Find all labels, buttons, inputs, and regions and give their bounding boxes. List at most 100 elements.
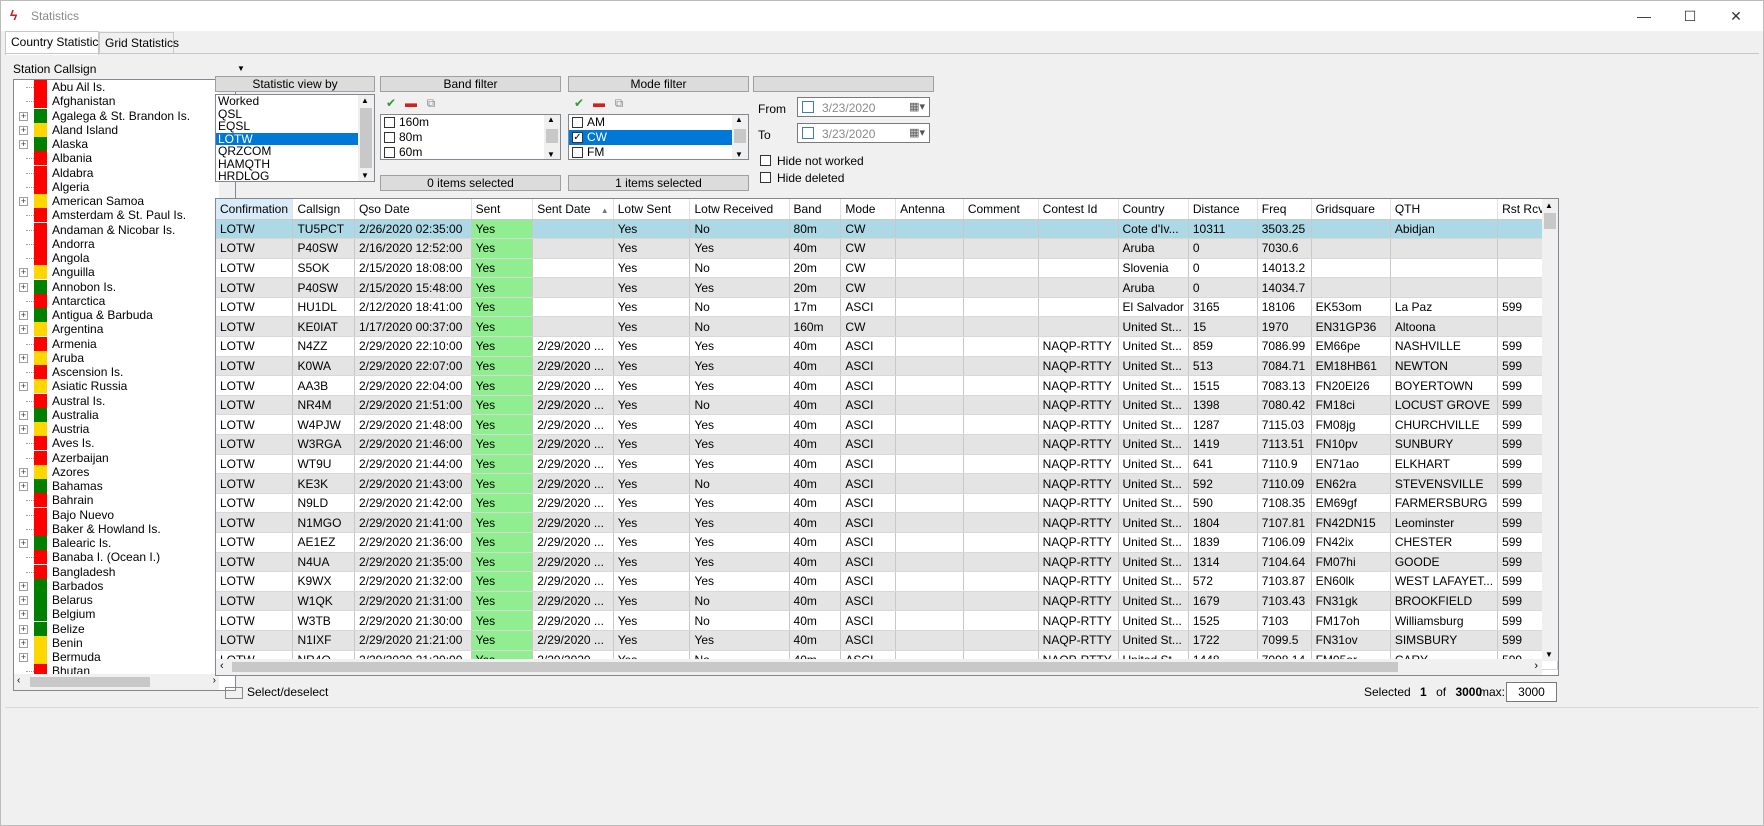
table-cell[interactable]: 7084.71 [1257, 356, 1312, 377]
table-cell[interactable]: W3RGA [292, 434, 355, 455]
table-row[interactable]: LOTW W4PJW 2/29/2020 21:48:00 Yes 2/29/2020 … [216, 414, 1558, 436]
country-item[interactable]: Bangladesh [14, 564, 235, 579]
table-cell[interactable]: No [689, 473, 790, 494]
table-cell[interactable]: Cote d'Iv... [1118, 219, 1189, 240]
table-cell[interactable] [895, 434, 964, 455]
scroll-down-icon[interactable]: ▼ [735, 150, 743, 159]
table-cell[interactable]: 7099.5 [1257, 630, 1312, 651]
statistic-view-option[interactable]: HRDLOG [216, 170, 358, 181]
table-cell[interactable] [963, 630, 1039, 651]
expand-icon[interactable]: + [19, 581, 28, 591]
table-cell[interactable]: NASHVILLE [1390, 336, 1499, 357]
table-cell[interactable]: No [689, 610, 790, 631]
table-cell[interactable]: NAQP-RTTY [1038, 493, 1119, 514]
table-cell[interactable]: 2/29/2020 ... [532, 375, 614, 396]
table-cell[interactable]: 2/16/2020 12:52:00 [354, 238, 472, 259]
country-item[interactable]: + Belgium [14, 607, 235, 622]
table-row[interactable]: LOTW N1MGO 2/29/2020 21:41:00 Yes 2/29/2020 … [216, 512, 1558, 533]
column-header[interactable]: Sent [471, 199, 534, 220]
table-cell[interactable]: Altoona [1390, 316, 1499, 338]
table-cell[interactable]: United St... [1118, 395, 1189, 416]
statistic-view-scrollbar[interactable]: ▲ ▼ [358, 95, 374, 181]
column-header[interactable]: Mode [840, 199, 897, 220]
table-row[interactable]: LOTW P40SW 2/16/2020 12:52:00 Yes Yes Yes 40m C… [216, 238, 1558, 259]
table-cell[interactable]: 7103.87 [1257, 571, 1312, 592]
table-cell[interactable]: NAQP-RTTY [1038, 532, 1119, 553]
scroll-thumb[interactable] [30, 677, 150, 687]
check-all-icon[interactable]: ✔ [571, 97, 587, 109]
table-cell[interactable]: EN62ra [1311, 473, 1391, 494]
column-header[interactable]: Distance [1188, 199, 1258, 220]
table-cell[interactable]: 2/29/2020 ... [532, 454, 614, 475]
table-cell[interactable]: FN31gk [1311, 591, 1391, 612]
table-cell[interactable]: CW [840, 316, 897, 338]
country-item[interactable]: + Argentina [14, 322, 235, 337]
scroll-left-icon[interactable]: ‹ [220, 660, 224, 672]
table-cell[interactable]: United St... [1118, 316, 1189, 338]
table-row[interactable]: LOTW KE3K 2/29/2020 21:43:00 Yes 2/29/2020 .… [216, 473, 1558, 494]
table-cell[interactable] [963, 375, 1039, 396]
country-item[interactable]: + Anguilla [14, 265, 235, 280]
table-cell[interactable]: FN10pv [1311, 434, 1391, 455]
country-horizontal-scrollbar[interactable]: ‹ › [14, 674, 219, 690]
table-cell[interactable]: Yes [471, 297, 534, 318]
country-item[interactable]: Andaman & Nicobar Is. [14, 222, 235, 237]
table-cell[interactable]: Yes [471, 552, 534, 573]
table-cell[interactable] [963, 512, 1039, 533]
scroll-down-icon[interactable]: ▼ [1545, 650, 1553, 659]
table-cell[interactable]: Yes [471, 454, 534, 475]
table-cell[interactable]: United St... [1118, 532, 1189, 553]
table-cell[interactable] [963, 473, 1039, 494]
country-item[interactable]: Antarctica [14, 293, 235, 308]
table-cell[interactable]: 40m [789, 375, 842, 396]
table-cell[interactable]: 40m [789, 336, 842, 357]
scroll-right-icon[interactable]: › [1534, 660, 1538, 672]
table-cell[interactable]: Leominster [1390, 512, 1499, 533]
table-row[interactable]: LOTW W3TB 2/29/2020 21:30:00 Yes 2/29/2020 .… [216, 610, 1558, 631]
table-cell[interactable]: ASCI [840, 473, 897, 494]
table-cell[interactable]: 7083.13 [1257, 375, 1312, 396]
table-cell[interactable]: NAQP-RTTY [1038, 630, 1119, 651]
table-cell[interactable]: No [689, 258, 790, 279]
table-row[interactable]: LOTW KE0IAT 1/17/2020 00:37:00 Yes Yes No 160m… [216, 316, 1558, 338]
expand-icon[interactable]: + [19, 353, 28, 363]
table-cell[interactable] [895, 258, 964, 279]
table-cell[interactable] [895, 532, 964, 553]
table-cell[interactable]: Yes [471, 356, 534, 377]
table-cell[interactable]: United St... [1118, 473, 1189, 494]
table-cell[interactable]: LOTW [216, 434, 294, 455]
table-cell[interactable]: FM07hi [1311, 552, 1391, 573]
table-cell[interactable]: EM69gf [1311, 493, 1391, 514]
table-cell[interactable]: 20m [789, 258, 842, 279]
expand-icon[interactable]: + [19, 125, 28, 135]
table-cell[interactable]: CHESTER [1390, 532, 1499, 553]
table-cell[interactable]: Yes [471, 316, 534, 338]
table-row[interactable]: LOTW W3RGA 2/29/2020 21:46:00 Yes 2/29/2020 … [216, 434, 1558, 455]
expand-icon[interactable]: + [19, 425, 28, 434]
table-cell[interactable]: N9LD [292, 493, 355, 514]
table-cell[interactable]: 2/29/2020 21:31:00 [354, 591, 472, 612]
table-cell[interactable]: 40m [789, 571, 842, 592]
table-cell[interactable]: Yes [613, 219, 691, 240]
table-cell[interactable]: LOTW [216, 356, 294, 377]
table-cell[interactable]: Yes [613, 571, 691, 592]
table-cell[interactable] [1038, 277, 1119, 298]
table-cell[interactable]: 3503.25 [1257, 219, 1312, 240]
table-cell[interactable]: 7110.9 [1257, 454, 1312, 475]
table-cell[interactable]: Yes [471, 473, 534, 494]
table-row[interactable]: LOTW HU1DL 2/12/2020 18:41:00 Yes Yes No 17m AS… [216, 297, 1558, 318]
table-cell[interactable]: CW [840, 238, 897, 259]
table-cell[interactable]: 2/15/2020 15:48:00 [354, 277, 472, 298]
table-cell[interactable]: Yes [689, 493, 790, 514]
checkbox[interactable] [384, 117, 395, 128]
mode-filter-scrollbar[interactable]: ▲ ▼ [732, 115, 748, 159]
column-header[interactable]: Callsign [292, 199, 355, 220]
table-cell[interactable]: 0 [1188, 258, 1258, 279]
maximize-button[interactable]: ☐ [1667, 1, 1713, 31]
table-cell[interactable]: 3165 [1188, 297, 1258, 318]
table-cell[interactable]: FN42DN15 [1311, 512, 1391, 533]
table-cell[interactable]: 40m [789, 238, 842, 259]
country-item[interactable]: + Bahamas [14, 479, 235, 493]
mode-filter-option[interactable]: ✓ CW [569, 130, 732, 145]
table-cell[interactable]: Yes [689, 414, 790, 436]
